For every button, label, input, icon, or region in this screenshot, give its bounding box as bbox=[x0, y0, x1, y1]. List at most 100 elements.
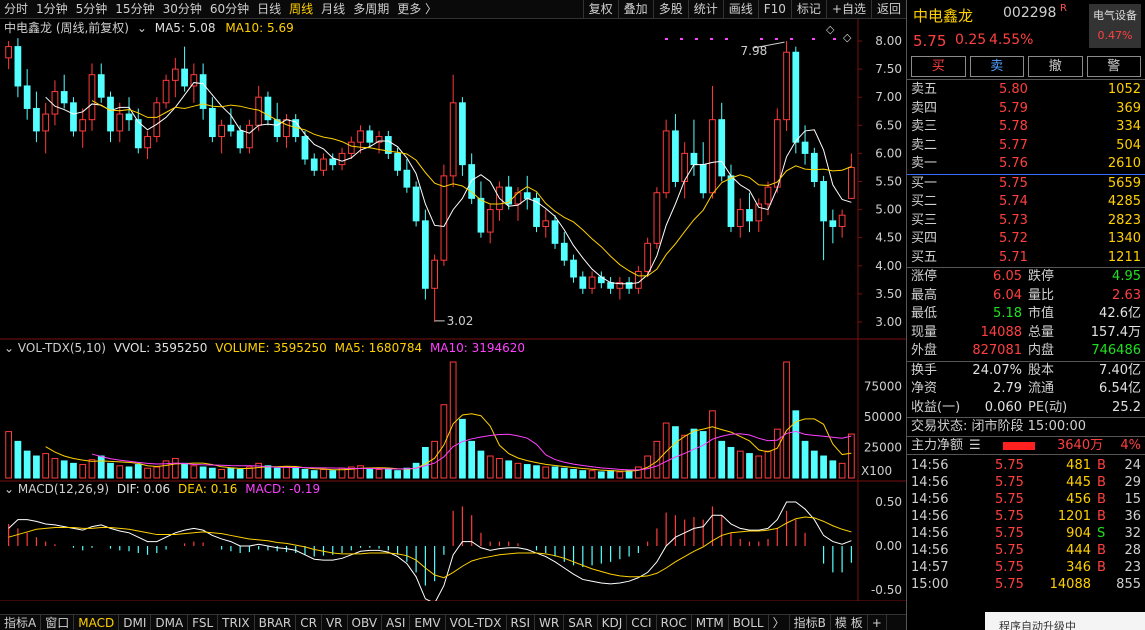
sell-button[interactable]: 卖 bbox=[969, 56, 1024, 77]
kline-chart[interactable]: 8.00 7.50 7.00 6.50 6.00 5.50 5.00 4.50 4.00 3.50… bbox=[0, 19, 906, 601]
volume-bar bbox=[634, 466, 642, 479]
period-tab[interactable]: 分时 bbox=[0, 0, 32, 18]
indicator-tab[interactable]: MACD bbox=[74, 615, 120, 630]
indicator-tab[interactable]: TRIX bbox=[218, 615, 255, 630]
period-tab[interactable]: 30分钟 bbox=[159, 0, 206, 18]
indicator-tab[interactable]: MTM bbox=[692, 615, 729, 630]
period-tab[interactable]: 多周期 bbox=[349, 0, 393, 18]
period-tab[interactable]: 5分钟 bbox=[72, 0, 112, 18]
indicator-tab[interactable]: KDJ bbox=[598, 615, 628, 630]
indicator-tab[interactable]: 〉 bbox=[769, 615, 790, 630]
toolbar-button[interactable]: 画线 bbox=[722, 0, 758, 18]
candle-body bbox=[810, 152, 818, 182]
tick-side: B bbox=[1097, 543, 1106, 558]
quote-header: 中电鑫龙 002298 R 电气设备 0.47% bbox=[907, 0, 1145, 48]
period-tab[interactable]: 日线 bbox=[253, 0, 285, 18]
toolbar-button[interactable]: +自选 bbox=[825, 0, 871, 18]
volume-bar bbox=[838, 462, 846, 479]
stat-label: 最高 bbox=[911, 287, 938, 303]
candle-body bbox=[394, 152, 401, 171]
bid-volume: 1340 bbox=[1107, 231, 1141, 246]
chart-area[interactable]: 8.00 7.50 7.00 6.50 6.00 5.50 5.00 4.50 4.00 3.50… bbox=[0, 19, 906, 601]
bid-label: 买五 bbox=[911, 249, 938, 265]
cancel-order-button[interactable]: 撤 bbox=[1028, 56, 1083, 77]
indicator-tab[interactable]: EMV bbox=[410, 615, 446, 630]
volume-bar bbox=[560, 467, 568, 479]
indicator-tab[interactable]: SAR bbox=[564, 615, 598, 630]
volume-bar bbox=[699, 431, 707, 479]
collapse-icon[interactable]: ⌄ bbox=[4, 341, 14, 355]
volume-bar bbox=[412, 462, 420, 479]
indicator-tab[interactable]: 指标B bbox=[790, 615, 831, 630]
period-tab[interactable]: 月线 bbox=[317, 0, 349, 18]
indicator-tab[interactable]: VR bbox=[322, 615, 348, 630]
indicator-tab[interactable]: DMA bbox=[151, 615, 189, 630]
toolbar-button[interactable]: F10 bbox=[757, 0, 791, 18]
candle-body bbox=[273, 119, 281, 138]
volume-bar bbox=[477, 450, 485, 479]
volume-bar bbox=[496, 457, 503, 479]
toolbar-button[interactable]: 标记 bbox=[790, 0, 826, 18]
dea-line bbox=[8, 516, 852, 579]
toolbar-button[interactable]: 多股 bbox=[652, 0, 688, 18]
volume-bar bbox=[171, 457, 179, 479]
period-tab[interactable]: 15分钟 bbox=[111, 0, 158, 18]
bid-price: 5.73 bbox=[999, 212, 1028, 228]
candle-body bbox=[644, 242, 652, 272]
indicator-tab[interactable]: + bbox=[868, 615, 887, 630]
indicator-tab[interactable]: DMI bbox=[119, 615, 152, 630]
candle-body bbox=[190, 74, 198, 87]
stat-value: 2.63 bbox=[1112, 287, 1141, 303]
macd-indicator-title: MACD(12,26,9) bbox=[17, 482, 110, 496]
indicator-tab[interactable]: 窗口 bbox=[41, 615, 75, 630]
volume-bar bbox=[486, 455, 494, 479]
indicator-tab[interactable]: VOL-TDX bbox=[446, 615, 507, 630]
dropdown-icon[interactable]: ⌄ bbox=[137, 21, 147, 35]
period-tab[interactable]: 更多 〉 bbox=[393, 0, 441, 18]
toolbar-button[interactable]: 统计 bbox=[687, 0, 723, 18]
ask-label: 卖四 bbox=[911, 100, 938, 116]
indicator-tab[interactable]: ASI bbox=[382, 615, 411, 630]
indicator-tab[interactable]: OBV bbox=[348, 615, 383, 630]
indicator-tab[interactable]: BRAR bbox=[255, 615, 297, 630]
candle-body bbox=[672, 130, 679, 182]
price-change: 0.25 bbox=[955, 32, 987, 48]
menu-icon[interactable]: ☰ bbox=[969, 437, 981, 456]
candle-body bbox=[551, 220, 559, 244]
candle-body bbox=[542, 220, 550, 227]
volume-bar bbox=[810, 450, 818, 479]
tick-side: B bbox=[1097, 509, 1106, 524]
bid-price: 5.74 bbox=[999, 194, 1028, 209]
vol-indicator-title: VOL-TDX(5,10) bbox=[17, 341, 106, 355]
ask-volume: 1052 bbox=[1107, 82, 1141, 97]
tick-count: 855 bbox=[1116, 577, 1141, 592]
indicator-tab[interactable]: FSL bbox=[188, 615, 219, 630]
indicator-tab[interactable]: CR bbox=[296, 615, 322, 630]
collapse-icon[interactable]: ⌄ bbox=[4, 482, 14, 496]
tick-list[interactable]: 14:56 5.75 481 B 24 14:56 5.75 445 B 29 14:56 5.75 4… bbox=[907, 455, 1145, 593]
indicator-tab[interactable]: BOLL bbox=[729, 615, 769, 630]
indicator-tab[interactable]: WR bbox=[535, 615, 565, 630]
period-tab[interactable]: 1分钟 bbox=[32, 0, 72, 18]
buy-button[interactable]: 买 bbox=[911, 56, 966, 77]
period-tab[interactable]: 周线 bbox=[285, 0, 317, 18]
period-tab[interactable]: 60分钟 bbox=[206, 0, 253, 18]
volume-bar bbox=[523, 464, 531, 479]
indicator-tab[interactable]: CCI bbox=[627, 615, 657, 630]
fundamental-row: 收益(一) 0.060 PE(动) 25.2 bbox=[907, 399, 1145, 418]
alert-button[interactable]: 警 bbox=[1086, 56, 1141, 77]
indicator-tab[interactable]: 模 板 bbox=[831, 615, 868, 630]
signal-dot bbox=[665, 38, 668, 40]
candle-body bbox=[171, 68, 179, 81]
indicator-tab[interactable]: 指标A bbox=[0, 615, 42, 630]
quote-stats: 涨停 6.05 跌停 4.95 最高 6.04 量比 2.63 最低 5.18 市值 42.6亿 现量 1… bbox=[907, 268, 1145, 362]
toolbar-button[interactable]: 叠加 bbox=[617, 0, 653, 18]
diamond-icon: ◇ bbox=[843, 31, 852, 44]
indicator-tab[interactable]: RSI bbox=[507, 615, 536, 630]
toolbar-button[interactable]: 返回 bbox=[870, 0, 906, 18]
indicator-tab[interactable]: ROC bbox=[657, 615, 692, 630]
tick-volume: 346 bbox=[1066, 560, 1091, 575]
ask-volume: 369 bbox=[1116, 100, 1141, 116]
candle-body bbox=[829, 220, 837, 227]
toolbar-button[interactable]: 复权 bbox=[582, 0, 618, 18]
